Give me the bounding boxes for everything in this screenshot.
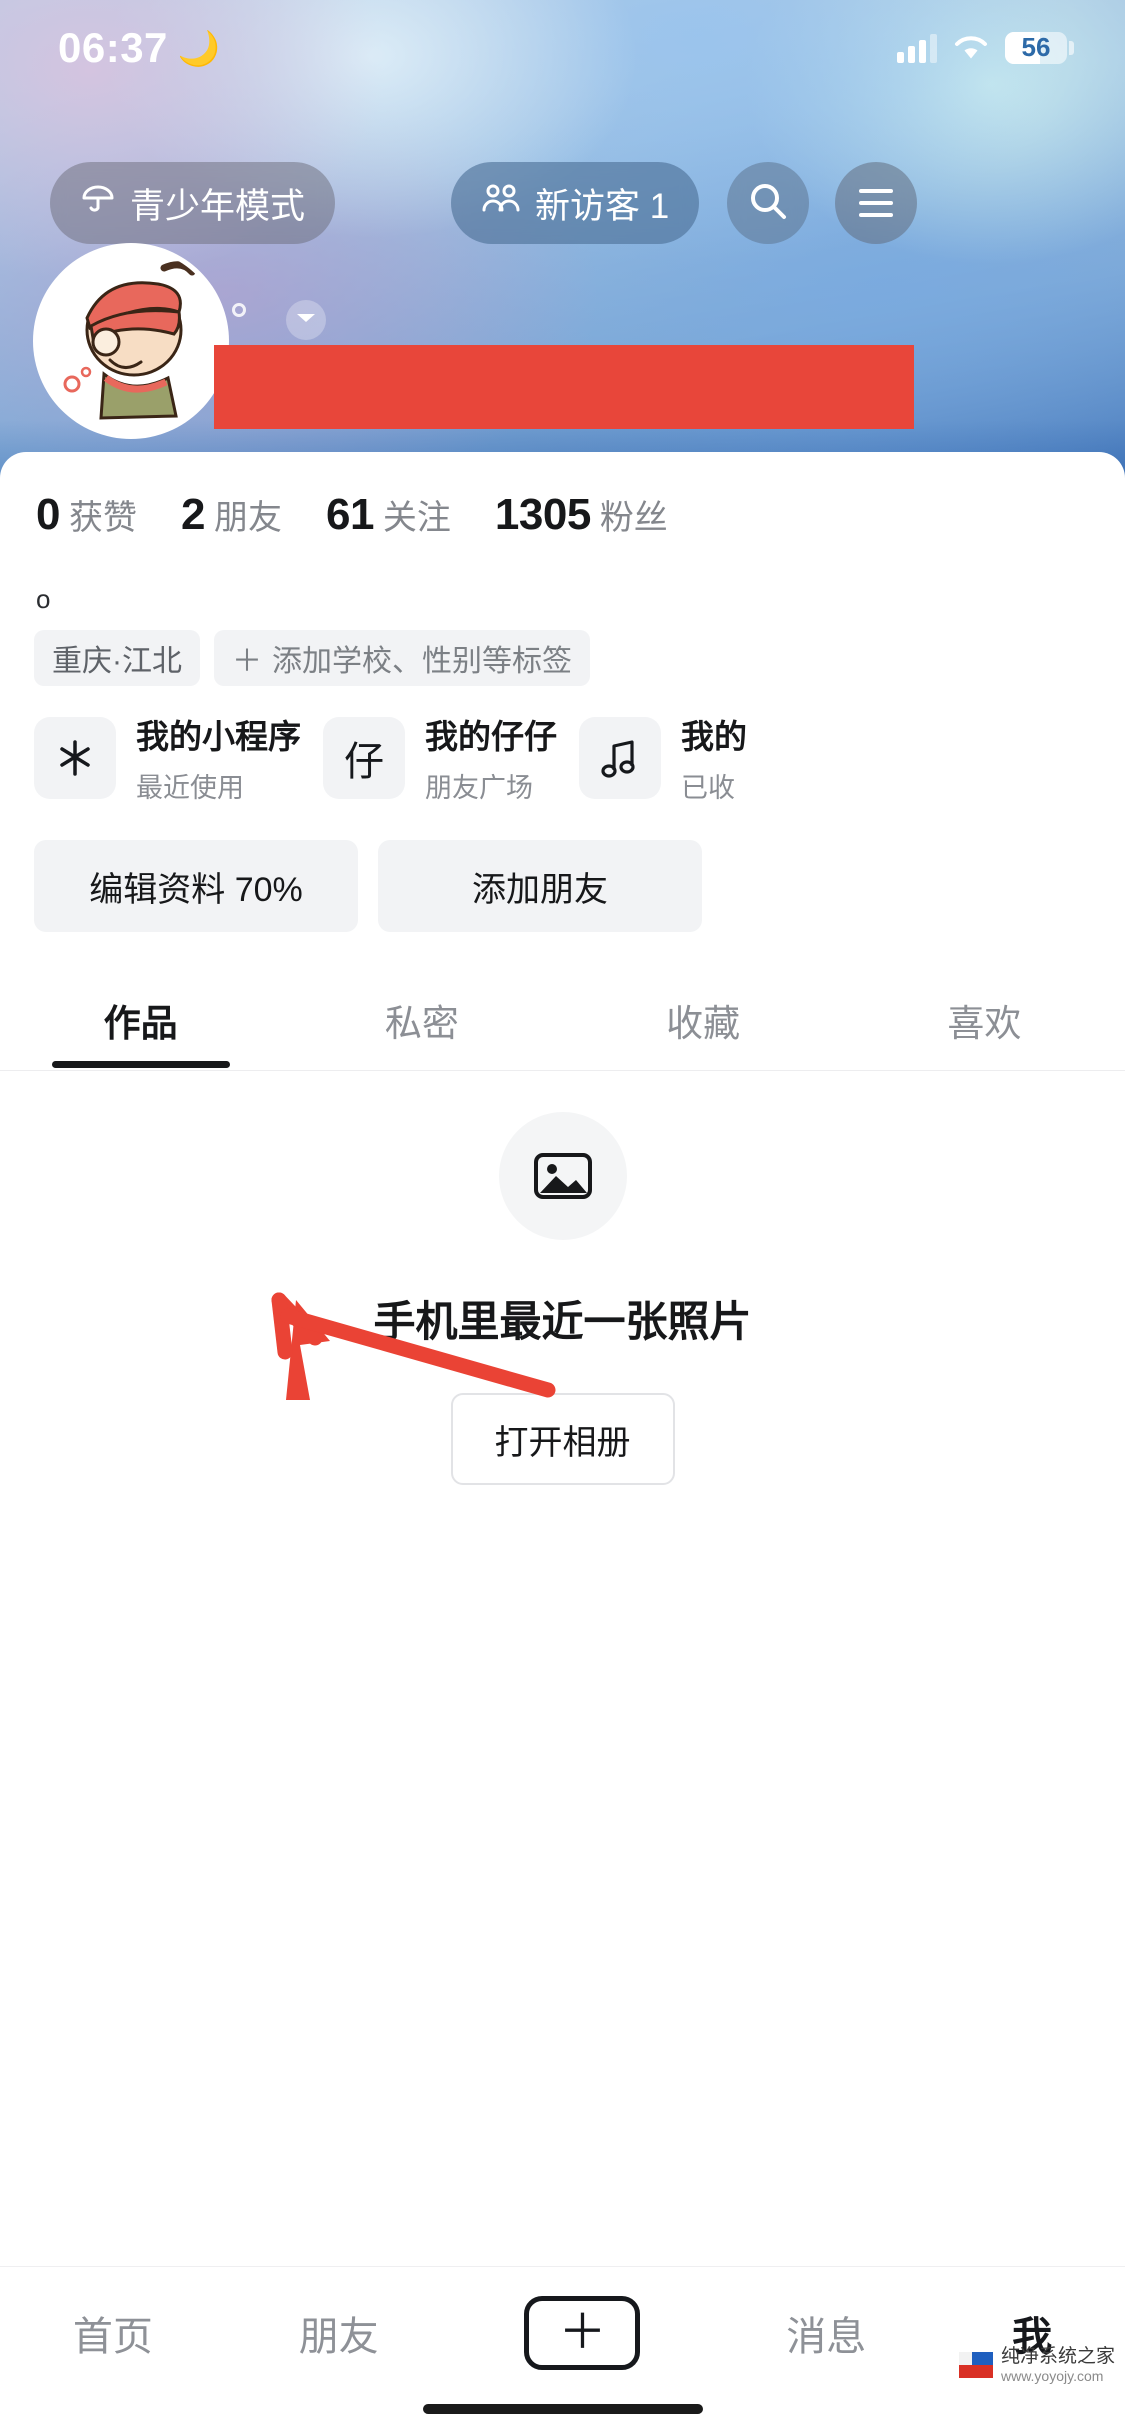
stat-label: 关注 bbox=[382, 499, 451, 537]
stat-likes[interactable]: 0 获赞 bbox=[36, 490, 137, 540]
bottom-nav-friends[interactable]: 朋友 bbox=[299, 2304, 379, 2362]
stat-value: 1305 bbox=[494, 490, 591, 539]
tab-private[interactable]: 私密 bbox=[281, 970, 562, 1070]
stat-friends[interactable]: 2 朋友 bbox=[181, 490, 282, 540]
plus-icon: ＋ bbox=[232, 645, 262, 678]
tag-add-button[interactable]: ＋ 添加学校、性别等标签 bbox=[214, 630, 590, 686]
flag-icon bbox=[958, 2352, 993, 2379]
wifi-icon bbox=[953, 34, 989, 62]
watermark-main: 纯净系统之家 bbox=[1000, 2346, 1115, 2368]
card-subtitle: 已收 bbox=[681, 773, 735, 803]
bottom-nav-home[interactable]: 首页 bbox=[73, 2304, 153, 2362]
home-indicator bbox=[422, 2404, 703, 2414]
chevron-down-icon bbox=[295, 311, 317, 330]
menu-button[interactable] bbox=[835, 162, 918, 244]
empty-state-title: 手机里最近一张照片 bbox=[373, 1298, 752, 1345]
status-bar: 06:37 🌙 56 bbox=[0, 0, 1125, 95]
profile-bio[interactable]: o bbox=[36, 584, 50, 615]
tab-favorites[interactable]: 收藏 bbox=[563, 970, 844, 1070]
empty-state: 手机里最近一张照片 打开相册 bbox=[0, 1112, 1125, 1485]
card-title: 我的 bbox=[681, 718, 747, 755]
avatar[interactable] bbox=[33, 243, 229, 439]
stat-label: 朋友 bbox=[213, 499, 282, 537]
content-tabs: 作品 私密 收藏 喜欢 bbox=[0, 970, 1125, 1070]
phone-screen: 06:37 🌙 56 青少年模式 新访客 1 0 获赞 2 朋友 61 关注 1… bbox=[0, 0, 1125, 2436]
search-button[interactable] bbox=[727, 162, 810, 244]
top-navigation-bar: 青少年模式 新访客 1 bbox=[0, 148, 1125, 258]
stat-followers[interactable]: 1305 粉丝 bbox=[495, 490, 668, 540]
music-note-icon bbox=[579, 716, 661, 799]
edit-profile-button[interactable]: 编辑资料 70% bbox=[34, 840, 358, 932]
username-redaction-bar bbox=[214, 345, 914, 429]
new-visitor-label: 新访客 1 bbox=[535, 186, 670, 226]
card-title: 我的小程序 bbox=[136, 718, 301, 755]
bottom-nav-messages[interactable]: 消息 bbox=[786, 2304, 866, 2362]
teen-mode-button[interactable]: 青少年模式 bbox=[50, 162, 336, 244]
tag-location-label: 重庆·江北 bbox=[52, 645, 182, 678]
card-title: 我的仔仔 bbox=[425, 718, 557, 755]
card-subtitle: 朋友广场 bbox=[425, 773, 533, 803]
tab-likes[interactable]: 喜欢 bbox=[844, 970, 1125, 1070]
avatar-image bbox=[33, 243, 229, 439]
photo-placeholder-icon bbox=[498, 1112, 627, 1240]
stat-value: 61 bbox=[325, 490, 374, 539]
stat-label: 获赞 bbox=[68, 499, 137, 537]
profile-tags-row: 重庆·江北 ＋ 添加学校、性别等标签 bbox=[34, 630, 590, 686]
profile-stats-row: 0 获赞 2 朋友 61 关注 1305 粉丝 bbox=[36, 490, 668, 540]
tabs-divider bbox=[0, 1070, 1125, 1071]
profile-action-buttons: 编辑资料 70% 添加朋友 bbox=[34, 840, 702, 932]
add-friend-button[interactable]: 添加朋友 bbox=[378, 840, 702, 932]
people-icon bbox=[481, 183, 521, 224]
bottom-nav-create-button[interactable]: ＋ bbox=[524, 2295, 641, 2370]
crescent-moon-icon: 🌙 bbox=[177, 29, 221, 68]
battery-cap bbox=[1069, 40, 1074, 55]
card-text: 我的仔仔 朋友广场 bbox=[425, 710, 557, 805]
card-zaizai[interactable]: 仔 我的仔仔 朋友广场 bbox=[323, 710, 557, 805]
card-subtitle: 最近使用 bbox=[136, 773, 244, 803]
watermark: 纯净系统之家 www.yoyojy.com bbox=[958, 2346, 1115, 2384]
stat-label: 粉丝 bbox=[599, 499, 668, 537]
tab-works[interactable]: 作品 bbox=[0, 970, 281, 1070]
profile-content-sheet: 0 获赞 2 朋友 61 关注 1305 粉丝 o 重庆·江北 ＋ 添加学校、性… bbox=[0, 452, 1125, 2436]
status-time: 06:37 bbox=[58, 23, 168, 71]
new-visitor-button[interactable]: 新访客 1 bbox=[451, 162, 700, 244]
cellular-signal-icon bbox=[897, 33, 937, 63]
stat-value: 0 bbox=[36, 490, 60, 539]
battery-indicator: 56 bbox=[1005, 31, 1074, 64]
tag-add-label: 添加学校、性别等标签 bbox=[272, 645, 572, 678]
status-bar-left: 06:37 🌙 bbox=[58, 24, 220, 72]
umbrella-icon bbox=[80, 181, 116, 226]
quick-entry-cards: 我的小程序 最近使用 仔 我的仔仔 朋友广场 我的 已收 bbox=[34, 710, 747, 805]
card-text: 我的 已收 bbox=[681, 710, 747, 805]
avatar-dropdown-button[interactable] bbox=[286, 300, 326, 340]
card-text: 我的小程序 最近使用 bbox=[136, 710, 301, 805]
search-icon bbox=[747, 180, 789, 227]
asterisk-icon bbox=[34, 716, 116, 799]
battery-percent: 56 bbox=[1021, 32, 1051, 62]
watermark-text: 纯净系统之家 www.yoyojy.com bbox=[1001, 2346, 1115, 2384]
open-album-button[interactable]: 打开相册 bbox=[450, 1393, 675, 1485]
watermark-sub: www.yoyojy.com bbox=[1000, 2367, 1104, 2384]
teen-mode-label: 青少年模式 bbox=[130, 186, 306, 226]
card-music[interactable]: 我的 已收 bbox=[579, 710, 747, 805]
hamburger-menu-icon bbox=[859, 189, 894, 217]
card-mini-program[interactable]: 我的小程序 最近使用 bbox=[34, 710, 301, 805]
zaizai-icon: 仔 bbox=[323, 716, 405, 799]
stat-value: 2 bbox=[180, 490, 205, 539]
tag-location[interactable]: 重庆·江北 bbox=[34, 630, 200, 686]
avatar-status-dot bbox=[232, 303, 246, 317]
status-bar-right: 56 bbox=[897, 31, 1074, 64]
stat-following[interactable]: 61 关注 bbox=[326, 490, 451, 540]
